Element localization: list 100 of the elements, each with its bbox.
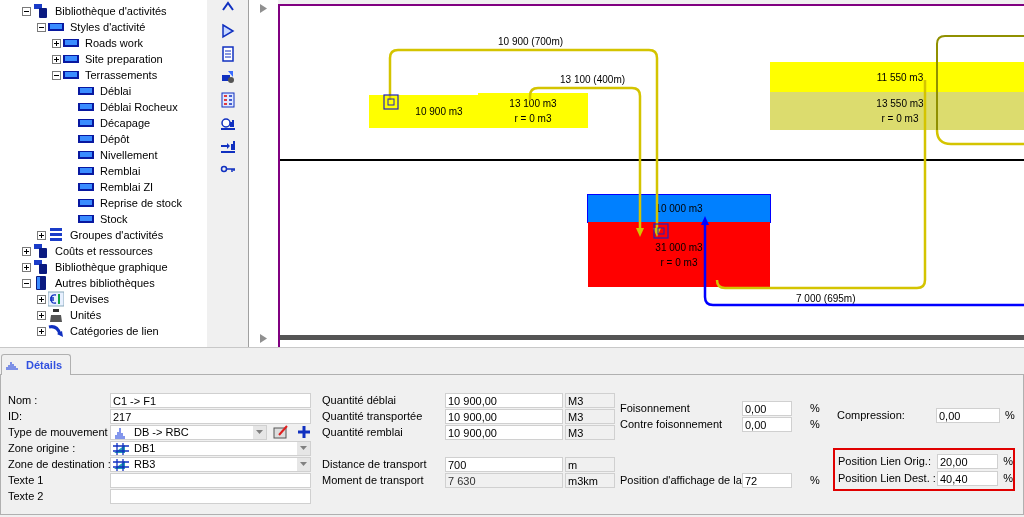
input-field[interactable]: 10 900,00 bbox=[445, 408, 563, 424]
input-field[interactable]: 217 bbox=[110, 408, 311, 424]
details-tab[interactable]: Détails bbox=[1, 354, 72, 375]
bar-chart-icon bbox=[6, 360, 20, 370]
field-label: Contre foisonnement bbox=[620, 416, 724, 432]
input-field[interactable] bbox=[110, 488, 311, 504]
tree-item[interactable]: Bibliothèque graphique bbox=[55, 259, 168, 275]
collapse-toggle-icon[interactable] bbox=[37, 22, 46, 32]
tree-item[interactable]: Devises bbox=[70, 291, 110, 307]
field-label: Nom : bbox=[8, 392, 39, 408]
document-icon[interactable] bbox=[219, 46, 236, 62]
expand-toggle-icon[interactable] bbox=[37, 230, 46, 240]
field-label: Texte 2 bbox=[8, 488, 45, 504]
activity-block[interactable]: 13 100 m3 r = 0 m3 bbox=[478, 93, 588, 128]
tree-item[interactable]: Roads work bbox=[85, 35, 144, 51]
expand-toggle-icon[interactable] bbox=[37, 326, 46, 336]
input-field[interactable] bbox=[110, 472, 311, 488]
book-icon bbox=[33, 275, 49, 291]
tree-item[interactable]: Coûts et ressources bbox=[55, 243, 153, 259]
expand-toggle-icon[interactable] bbox=[37, 310, 46, 320]
expand-toggle-icon[interactable] bbox=[52, 38, 61, 48]
tree-item[interactable]: Unités bbox=[70, 307, 102, 323]
link-label: 7 000 (695m) bbox=[796, 293, 856, 305]
field-label: ID: bbox=[8, 408, 24, 424]
input-field[interactable]: 700 bbox=[445, 456, 563, 472]
activity-block[interactable]: 13 550 m3 r = 0 m3 bbox=[770, 92, 1024, 130]
dropdown[interactable]: DB1 bbox=[110, 440, 311, 456]
tree-item[interactable]: Site preparation bbox=[85, 51, 163, 67]
input-field[interactable]: 0,00 bbox=[742, 416, 792, 432]
tree-item[interactable]: Autres bibliothèques bbox=[55, 275, 155, 291]
activity-block[interactable]: 31 000 m3 r = 0 m3 bbox=[588, 222, 770, 287]
play-triangle-icon[interactable] bbox=[219, 23, 236, 39]
activity-block[interactable]: 10 900 m3 bbox=[369, 95, 479, 128]
unit-label: M3 bbox=[565, 408, 615, 424]
expand-toggle-icon[interactable] bbox=[22, 246, 31, 256]
unit-label: m3km bbox=[565, 472, 615, 488]
activity-block[interactable]: 11 550 m3 bbox=[770, 62, 1024, 92]
percent-unit: % bbox=[1003, 453, 1013, 469]
field-label: Zone origine : bbox=[8, 440, 77, 456]
tree-item[interactable]: Stock bbox=[100, 211, 128, 227]
collapse-toggle-icon[interactable] bbox=[22, 278, 31, 288]
list-icon bbox=[48, 227, 64, 243]
input-field[interactable]: 10 900,00 bbox=[445, 392, 563, 408]
add-icon[interactable] bbox=[297, 425, 311, 439]
input-field[interactable]: 20,00 bbox=[937, 453, 999, 469]
input-field[interactable]: 0,00 bbox=[742, 400, 792, 416]
unit-label: m bbox=[565, 456, 615, 472]
checklist-icon[interactable] bbox=[219, 92, 236, 108]
dropdown-caret-icon bbox=[300, 446, 307, 450]
tree-item[interactable]: Remblai ZI bbox=[100, 179, 154, 195]
unit-label: M3 bbox=[565, 424, 615, 440]
dropdown[interactable]: DB -> RBC bbox=[110, 424, 267, 440]
input-field[interactable]: C1 -> F1 bbox=[110, 392, 311, 408]
percent-unit: % bbox=[1003, 470, 1013, 486]
tree-item[interactable]: Catégories de lien bbox=[70, 323, 159, 339]
tree-item[interactable]: Dépôt bbox=[100, 131, 130, 147]
field-label: Texte 1 bbox=[8, 472, 45, 488]
curved-arrow-icon bbox=[48, 323, 64, 339]
shapes-icon[interactable] bbox=[219, 69, 236, 85]
percent-unit: % bbox=[810, 416, 820, 432]
tree-item[interactable]: Terrassements bbox=[85, 67, 158, 83]
input-field[interactable]: 10 900,00 bbox=[445, 424, 563, 440]
books-icon bbox=[33, 259, 49, 275]
field-label: Type de mouvement bbox=[8, 424, 109, 440]
collapse-toggle-icon[interactable] bbox=[22, 6, 31, 16]
dropdown[interactable]: RB3 bbox=[110, 456, 311, 472]
input-field[interactable]: 0,00 bbox=[936, 407, 1000, 423]
input-field[interactable]: 40,40 bbox=[937, 470, 999, 486]
zone-grid-icon bbox=[113, 441, 129, 455]
input-field[interactable]: 72 bbox=[742, 472, 792, 488]
tree-item[interactable]: Déblai bbox=[100, 83, 132, 99]
import-chart-icon[interactable] bbox=[219, 138, 236, 154]
scroll-left-icon[interactable] bbox=[260, 4, 267, 13]
field-label: Quantité déblai bbox=[322, 392, 397, 408]
link-label: 10 900 (700m) bbox=[498, 36, 564, 48]
field-label: Position Lien Dest. : bbox=[838, 470, 937, 486]
gauge-icon[interactable] bbox=[219, 115, 236, 131]
field-label: Moment de transport bbox=[322, 472, 425, 488]
tree-item[interactable]: Styles d'activité bbox=[70, 19, 146, 35]
expand-toggle-icon[interactable] bbox=[37, 294, 46, 304]
edit-icon[interactable] bbox=[273, 425, 289, 439]
field-label: Compression: bbox=[837, 407, 906, 423]
weight-icon bbox=[48, 307, 64, 323]
field-label: Quantité transportée bbox=[322, 408, 424, 424]
tree-item[interactable]: Remblai bbox=[100, 163, 141, 179]
tree-item[interactable]: Décapage bbox=[100, 115, 151, 131]
dropdown-caret-icon bbox=[256, 430, 263, 434]
tree-item[interactable]: Groupes d'activités bbox=[70, 227, 164, 243]
expand-toggle-icon[interactable] bbox=[22, 262, 31, 272]
field-label: Distance de transport bbox=[322, 456, 428, 472]
tree-item[interactable]: Nivellement bbox=[100, 147, 158, 163]
scroll-right-icon[interactable] bbox=[260, 334, 267, 343]
collapse-toggle-icon[interactable] bbox=[52, 70, 61, 80]
field-label: Position d'affichage de la bbox=[620, 472, 742, 488]
books-icon bbox=[33, 243, 49, 259]
tree-item[interactable]: Bibliothèque d'activités bbox=[55, 3, 167, 19]
tree-item[interactable]: Déblai Rocheux bbox=[100, 99, 178, 115]
tree-item[interactable]: Reprise de stock bbox=[100, 195, 182, 211]
field-label: Foisonnement bbox=[620, 400, 691, 416]
expand-toggle-icon[interactable] bbox=[52, 54, 61, 64]
